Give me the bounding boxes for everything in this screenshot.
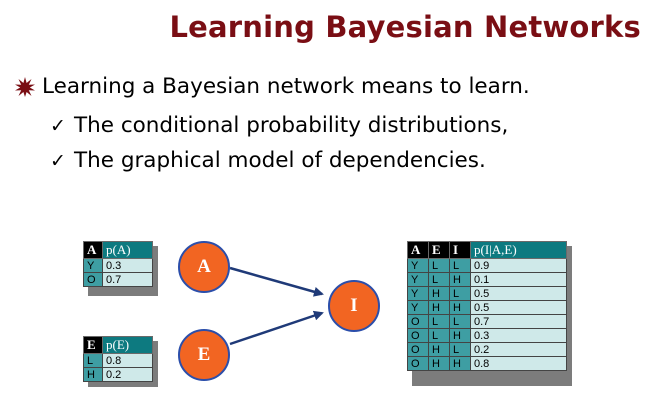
- table-cell: H: [449, 356, 471, 371]
- table-header: E: [83, 336, 103, 354]
- table-cell: L: [449, 258, 471, 273]
- table-cell: O: [407, 314, 429, 329]
- table-cell: H: [428, 342, 450, 357]
- table-cell: O: [407, 328, 429, 343]
- table-cell: Y: [83, 258, 103, 273]
- table-cell: 0.5: [470, 300, 567, 315]
- node-e: E: [178, 329, 230, 381]
- table-cell: L: [449, 342, 471, 357]
- table-cell: H: [428, 300, 450, 315]
- table-p-e: E p(E) L 0.8 H 0.2: [83, 336, 153, 382]
- table-row: O H H 0.8: [407, 356, 567, 371]
- table-cell: Y: [407, 300, 429, 315]
- table-cell: O: [83, 272, 103, 287]
- table-header: p(A): [102, 241, 153, 259]
- table-cell: 0.2: [470, 342, 567, 357]
- table-cell: 0.3: [470, 328, 567, 343]
- table-row: Y H L 0.5: [407, 286, 567, 301]
- table-header: A: [83, 241, 103, 259]
- table-cell: H: [428, 356, 450, 371]
- table-cell: 0.9: [470, 258, 567, 273]
- table-row: L 0.8: [83, 353, 153, 368]
- table-cell: 0.3: [102, 258, 153, 273]
- table-cell: 0.7: [102, 272, 153, 287]
- table-cell: L: [428, 314, 450, 329]
- table-cell: H: [83, 367, 103, 382]
- table-cell: Y: [407, 286, 429, 301]
- table-cell: L: [428, 272, 450, 287]
- table-row: H 0.2: [83, 367, 153, 382]
- table-cell: L: [83, 353, 103, 368]
- table-cell: 0.7: [470, 314, 567, 329]
- table-row: Y 0.3: [83, 258, 153, 273]
- table-row: O 0.7: [83, 272, 153, 287]
- table-header: p(E): [102, 336, 153, 354]
- table-cell: L: [428, 328, 450, 343]
- table-header: p(I|A,E): [470, 241, 567, 259]
- table-cell: 0.2: [102, 367, 153, 382]
- table-cell: H: [449, 300, 471, 315]
- table-cell: H: [449, 328, 471, 343]
- table-cell: 0.8: [102, 353, 153, 368]
- table-cell: L: [449, 314, 471, 329]
- edge-e-to-i: [229, 310, 324, 346]
- table-cell: H: [449, 272, 471, 287]
- table-header: I: [449, 241, 471, 259]
- table-cell: H: [428, 286, 450, 301]
- table-cell: O: [407, 342, 429, 357]
- table-cell: L: [449, 286, 471, 301]
- table-cell: 0.1: [470, 272, 567, 287]
- table-p-a: A p(A) Y 0.3 O 0.7: [83, 241, 153, 287]
- table-header: E: [428, 241, 450, 259]
- table-cell: L: [428, 258, 450, 273]
- node-i: I: [328, 280, 380, 332]
- table-header: A: [407, 241, 429, 259]
- table-row: Y L L 0.9: [407, 258, 567, 273]
- table-cell: 0.8: [470, 356, 567, 371]
- table-row: Y H H 0.5: [407, 300, 567, 315]
- table-row: Y L H 0.1: [407, 272, 567, 287]
- table-row: O H L 0.2: [407, 342, 567, 357]
- table-row: O L L 0.7: [407, 314, 567, 329]
- table-row: O L H 0.3: [407, 328, 567, 343]
- table-cell: Y: [407, 258, 429, 273]
- table-cell: O: [407, 356, 429, 371]
- edge-a-to-i: [229, 266, 324, 297]
- table-cell: 0.5: [470, 286, 567, 301]
- table-p-i-given-a-e: A E I p(I|A,E) Y L L 0.9 Y L H 0.1 Y H L 0.5 Y H H 0.5 O…: [407, 241, 567, 371]
- table-cell: Y: [407, 272, 429, 287]
- node-a: A: [178, 241, 230, 293]
